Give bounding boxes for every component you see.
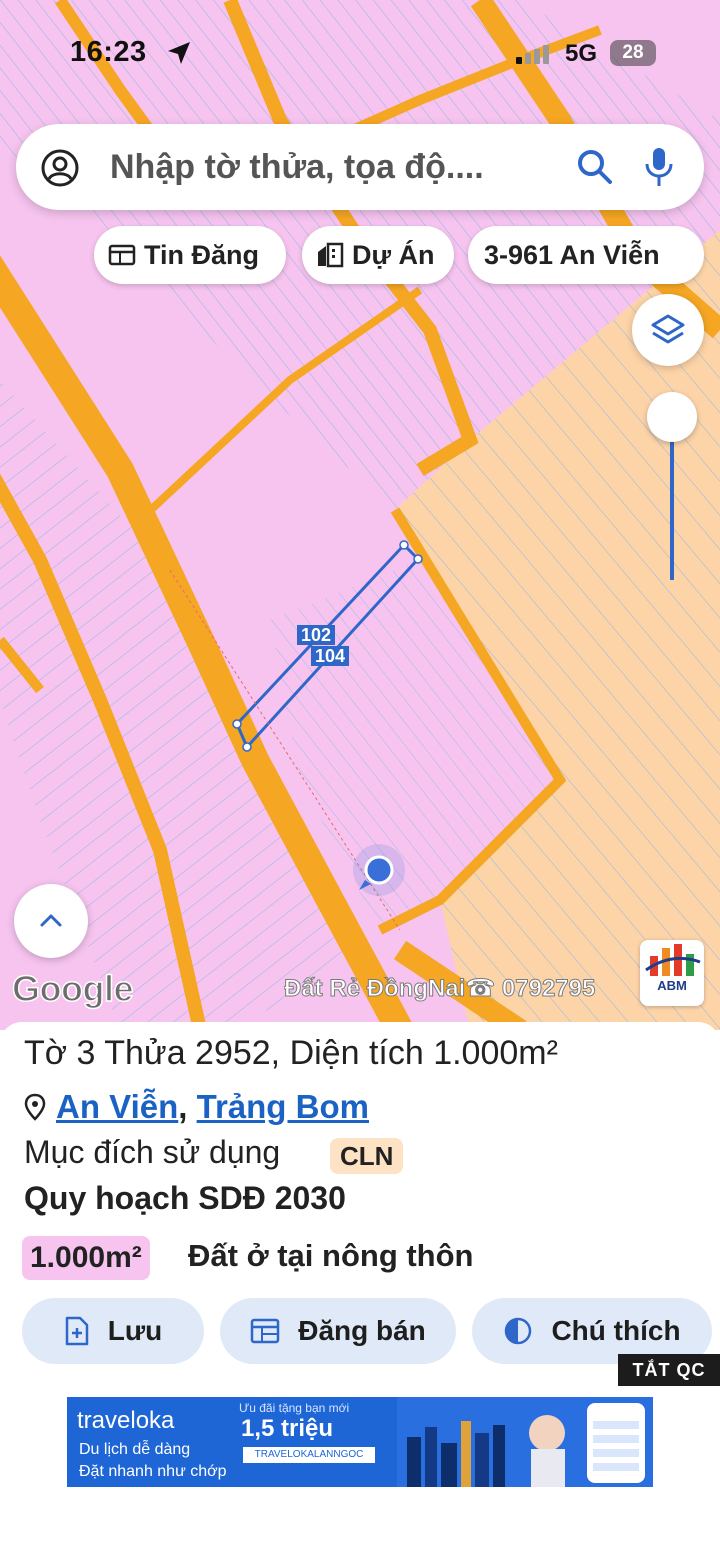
chip-projects-label: Dự Án bbox=[352, 239, 435, 270]
expand-panel-button[interactable] bbox=[14, 884, 88, 958]
chip-location[interactable]: 3-961 An Viễn bbox=[468, 226, 704, 284]
chip-projects[interactable]: Dự Án bbox=[302, 226, 454, 284]
chip-location-label: 3-961 An Viễn bbox=[484, 239, 660, 270]
news-icon bbox=[108, 244, 136, 266]
parcel-title: Tờ 3 Thửa 2952, Diện tích 1.000m² bbox=[24, 1034, 558, 1072]
chevron-up-icon bbox=[40, 914, 62, 927]
contrast-icon bbox=[505, 1317, 532, 1345]
google-attribution: Google bbox=[11, 967, 134, 1010]
add-file-icon bbox=[65, 1316, 88, 1346]
location-separator: , bbox=[178, 1088, 188, 1125]
parcel-vertex bbox=[232, 719, 242, 729]
zoning-plan-title: Quy hoạch SDĐ 2030 bbox=[24, 1180, 346, 1216]
ad-amount: 1,5 triệu bbox=[241, 1415, 334, 1442]
ad-promo-code: TRAVELOKALANNGOC bbox=[243, 1447, 375, 1463]
map-pin-icon bbox=[24, 1093, 46, 1121]
land-use-code-badge: CLN bbox=[330, 1138, 404, 1174]
plot-label: 104 bbox=[311, 646, 350, 666]
network-type: 5G bbox=[565, 40, 598, 67]
district-link[interactable]: Trảng Bom bbox=[197, 1088, 369, 1125]
abm-logo: ABM bbox=[640, 940, 704, 1006]
ad-banner[interactable]: traveloka Du lịch dễ dàng Đặt nhanh như … bbox=[67, 1397, 653, 1487]
chip-news-label: Tin Đăng bbox=[144, 239, 260, 270]
building-icon bbox=[318, 242, 344, 268]
ward-link[interactable]: An Viễn bbox=[56, 1088, 178, 1125]
abm-building-icon bbox=[645, 944, 701, 976]
save-button[interactable]: Lưu bbox=[22, 1298, 204, 1364]
ad-tagline: Du lịch dễ dàng bbox=[79, 1441, 191, 1458]
abm-logo-text: ABM bbox=[657, 978, 687, 993]
status-bar: 16:23 5G 28 bbox=[0, 34, 720, 74]
ad-offer: Ưu đãi tặng bạn mới bbox=[239, 1401, 350, 1415]
zoning-area-badge: 1.000m² bbox=[22, 1236, 150, 1280]
battery-indicator: 28 bbox=[610, 40, 656, 66]
save-button-label: Lưu bbox=[107, 1315, 163, 1346]
ad-tagline: Đặt nhanh như chớp bbox=[79, 1463, 227, 1480]
ad-city-image bbox=[397, 1397, 653, 1487]
zoom-slider-handle[interactable] bbox=[647, 392, 697, 442]
zoom-slider-track[interactable] bbox=[670, 418, 674, 580]
search-input[interactable] bbox=[110, 142, 578, 192]
clock: 16:23 bbox=[70, 36, 147, 68]
search-icon[interactable] bbox=[576, 148, 614, 186]
ad-brand: traveloka bbox=[77, 1407, 175, 1434]
parcel-vertex bbox=[399, 540, 409, 550]
current-location-dot bbox=[364, 855, 394, 885]
post-for-sale-label: Đăng bán bbox=[298, 1315, 426, 1346]
parcel-vertex bbox=[242, 742, 252, 752]
chip-news[interactable]: Tin Đăng bbox=[94, 226, 286, 284]
parcel-location: An Viễn, Trảng Bom bbox=[24, 1088, 369, 1126]
account-icon[interactable] bbox=[40, 148, 80, 188]
location-arrow-icon bbox=[168, 42, 190, 64]
microphone-icon[interactable] bbox=[644, 146, 674, 188]
land-use-label: Mục đích sử dụng bbox=[24, 1134, 281, 1170]
post-for-sale-button[interactable]: Đăng bán bbox=[220, 1298, 456, 1364]
parcel-vertex bbox=[413, 554, 423, 564]
legend-button-label: Chú thích bbox=[551, 1315, 681, 1346]
layers-icon bbox=[651, 314, 685, 344]
zoning-description: Đất ở tại nông thôn bbox=[188, 1238, 474, 1273]
listing-icon bbox=[250, 1318, 280, 1344]
seller-watermark: Đất Rẻ ĐồngNai☎ 0792795 bbox=[284, 975, 596, 1003]
disable-ads-button[interactable]: TẮT QC bbox=[618, 1354, 720, 1386]
layers-button[interactable] bbox=[632, 294, 704, 366]
signal-icon bbox=[516, 45, 549, 64]
search-bar[interactable] bbox=[16, 124, 704, 210]
plot-label: 102 bbox=[297, 625, 336, 645]
